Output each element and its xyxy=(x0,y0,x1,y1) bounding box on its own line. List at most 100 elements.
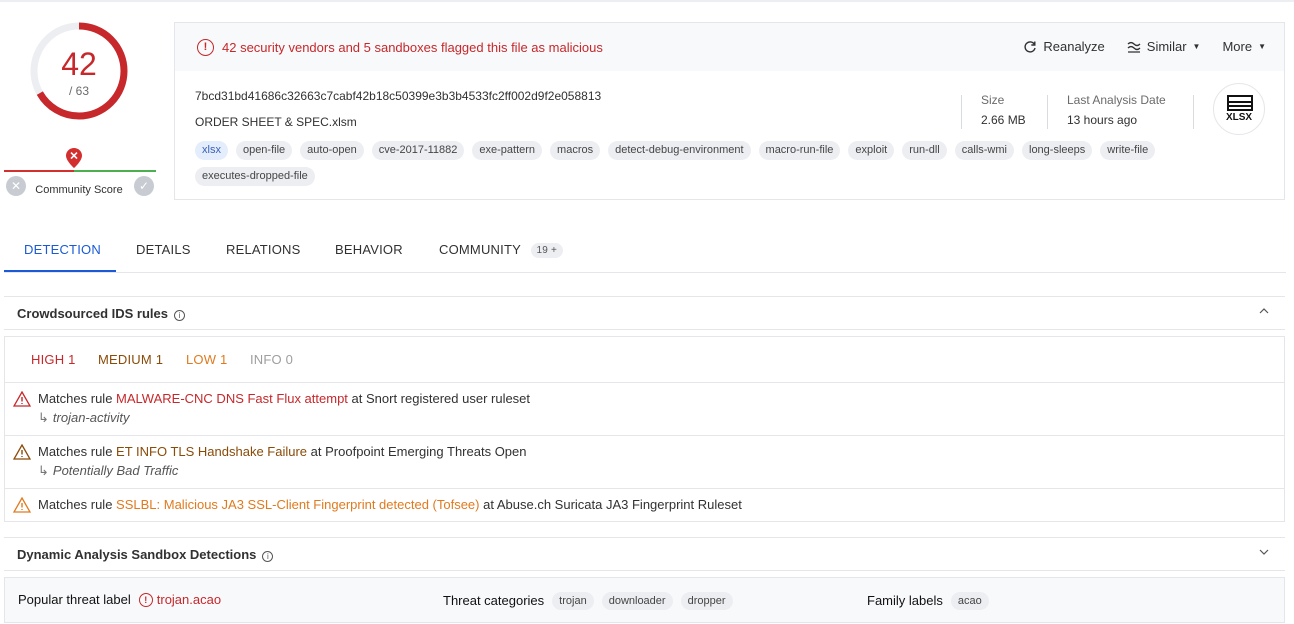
rule-prefix: Matches rule xyxy=(38,391,113,406)
file-summary-card: ! 42 security vendors and 5 sandboxes fl… xyxy=(174,22,1285,200)
alert-circle-icon: ! xyxy=(197,39,214,56)
community-score-label: Community Score xyxy=(35,184,123,196)
rule-category: ↳ Potentially Bad Traffic xyxy=(38,463,178,479)
tag-chip[interactable]: macro-run-file xyxy=(758,141,841,160)
tag-chip[interactable]: detect-debug-environment xyxy=(608,141,751,160)
family-labels: Family labels acao xyxy=(867,592,997,610)
ids-rules-title: Crowdsourced IDS rules i xyxy=(17,306,185,321)
meta-divider xyxy=(1193,95,1194,129)
tag-chip[interactable]: long-sleeps xyxy=(1022,141,1093,160)
warning-triangle-icon xyxy=(13,444,31,460)
reanalyze-label: Reanalyze xyxy=(1043,39,1105,54)
rule-prefix: Matches rule xyxy=(38,497,113,512)
sandbox-detections-header[interactable]: Dynamic Analysis Sandbox Detections i xyxy=(4,537,1285,571)
rule-source: at Proofpoint Emerging Threats Open xyxy=(310,444,527,459)
refresh-icon xyxy=(1024,40,1037,53)
rule-text: Matches rule SSLBL: Malicious JA3 SSL-Cl… xyxy=(38,497,742,512)
filetype-label: XLSX xyxy=(1225,112,1253,123)
last-analysis-value: 13 hours ago xyxy=(1067,113,1138,127)
tag-chip[interactable]: open-file xyxy=(235,141,293,160)
file-name: ORDER SHEET & SPEC.xlsm xyxy=(195,115,357,129)
tag-chip[interactable]: run-dll xyxy=(902,141,947,160)
tag-chip[interactable]: exe-pattern xyxy=(472,141,543,160)
tag-chip[interactable]: calls-wmi xyxy=(954,141,1014,160)
family-labels-title: Family labels xyxy=(867,592,943,608)
info-icon[interactable]: i xyxy=(262,551,274,562)
sandbox-detections-title-text: Dynamic Analysis Sandbox Detections xyxy=(17,547,257,562)
threat-categories: Threat categories trojan downloader droppe… xyxy=(443,592,741,610)
active-tab-indicator xyxy=(4,270,116,272)
warning-triangle-icon xyxy=(13,391,31,407)
summary-actions: Reanalyze Similar ▼ More ▼ xyxy=(1023,39,1266,54)
popular-threat-label: Popular threat label ! trojan.acao xyxy=(18,592,221,607)
subdirectory-arrow-icon: ↳ xyxy=(38,410,49,425)
main-tabs: DETECTION DETAILS RELATIONS BEHAVIOR COM… xyxy=(4,228,1286,273)
caret-down-icon: ▼ xyxy=(1192,42,1201,51)
rule-name-link[interactable]: MALWARE-CNC DNS Fast Flux attempt xyxy=(116,391,348,406)
family-label-chips: acao xyxy=(950,592,997,610)
alert-circle-icon: ! xyxy=(138,592,153,607)
rule-prefix: Matches rule xyxy=(38,444,113,459)
label-chip[interactable]: dropper xyxy=(680,592,733,610)
severity-info[interactable]: INFO 0 xyxy=(250,352,293,367)
size-label: Size xyxy=(981,93,1005,107)
rule-category: ↳ trojan-activity xyxy=(38,410,129,426)
ids-rule-row: Matches rule MALWARE-CNC DNS Fast Flux a… xyxy=(5,383,1284,436)
label-chip[interactable]: acao xyxy=(950,592,989,610)
tag-chip[interactable]: exploit xyxy=(848,141,895,160)
last-analysis-label: Last Analysis Date xyxy=(1067,93,1166,107)
filetype-badge: XLSX xyxy=(1213,83,1265,135)
label-chip[interactable]: downloader xyxy=(601,592,673,610)
ids-rules-panel: HIGH 1 MEDIUM 1 LOW 1 INFO 0 Matches rul… xyxy=(4,336,1285,522)
severity-high[interactable]: HIGH 1 xyxy=(31,352,76,367)
warning-triangle-icon xyxy=(13,497,31,513)
tab-community[interactable]: COMMUNITY 19 + xyxy=(439,242,564,258)
popular-threat-value[interactable]: ! trojan.acao xyxy=(138,592,222,607)
similar-button[interactable]: Similar ▼ xyxy=(1127,39,1201,54)
file-hash[interactable]: 7bcd31bd41686c32663c7cabf42b18c50399e3b3… xyxy=(195,89,601,103)
more-button[interactable]: More ▼ xyxy=(1222,39,1266,54)
threat-categories-title: Threat categories xyxy=(443,592,545,608)
popular-threat-value-text: trojan.acao xyxy=(156,592,222,607)
chevron-up-icon[interactable] xyxy=(1259,306,1269,317)
severity-low[interactable]: LOW 1 xyxy=(186,352,227,367)
tab-relations[interactable]: RELATIONS xyxy=(226,242,301,257)
ids-rule-row: Matches rule ET INFO TLS Handshake Failu… xyxy=(5,436,1284,489)
community-count-badge: 19 + xyxy=(530,243,564,258)
rule-name-link[interactable]: ET INFO TLS Handshake Failure xyxy=(116,444,307,459)
score-total: / 63 xyxy=(68,84,89,98)
threat-category-chips: trojan downloader dropper xyxy=(552,592,740,610)
tag-chip[interactable]: macros xyxy=(550,141,601,160)
tab-community-label: COMMUNITY xyxy=(439,242,521,257)
last-analysis: Last Analysis Date 13 hours ago xyxy=(1067,93,1166,127)
info-icon[interactable]: i xyxy=(173,310,185,321)
rule-text: Matches rule ET INFO TLS Handshake Failu… xyxy=(38,444,527,459)
tab-behavior[interactable]: BEHAVIOR xyxy=(335,242,403,257)
tag-chip[interactable]: write-file xyxy=(1100,141,1156,160)
sandbox-detections-title: Dynamic Analysis Sandbox Detections i xyxy=(17,547,274,562)
chevron-down-icon[interactable] xyxy=(1259,547,1269,558)
tag-chip[interactable]: cve-2017-11882 xyxy=(371,141,465,160)
tab-details[interactable]: DETAILS xyxy=(136,242,191,257)
rule-category-text: trojan-activity xyxy=(52,410,130,425)
ids-rules-header[interactable]: Crowdsourced IDS rules i xyxy=(4,296,1285,330)
meta-divider xyxy=(961,95,962,129)
rule-name-link[interactable]: SSLBL: Malicious JA3 SSL-Client Fingerpr… xyxy=(116,497,479,512)
file-size: Size 2.66 MB xyxy=(981,93,1026,127)
tag-list: xlsx open-file auto-open cve-2017-11882 exe-… xyxy=(195,141,1195,186)
check-icon[interactable]: ✓ xyxy=(134,176,154,196)
detection-score: 42 / 63 xyxy=(28,20,130,122)
spreadsheet-icon xyxy=(1227,95,1253,111)
tag-chip[interactable]: auto-open xyxy=(300,141,364,160)
tag-chip[interactable]: executes-dropped-file xyxy=(195,167,315,186)
reanalyze-button[interactable]: Reanalyze xyxy=(1023,39,1105,54)
community-score: ✕ Community Score ✓ xyxy=(4,148,156,198)
score-detections: 42 xyxy=(61,46,97,82)
tab-detection[interactable]: DETECTION xyxy=(24,242,101,257)
label-chip[interactable]: trojan xyxy=(552,592,594,610)
rule-source: at Snort registered user ruleset xyxy=(351,391,531,406)
severity-medium[interactable]: MEDIUM 1 xyxy=(98,352,163,367)
more-label: More xyxy=(1222,39,1253,54)
tag-chip[interactable]: xlsx xyxy=(195,141,228,160)
meta-divider xyxy=(1047,95,1048,129)
